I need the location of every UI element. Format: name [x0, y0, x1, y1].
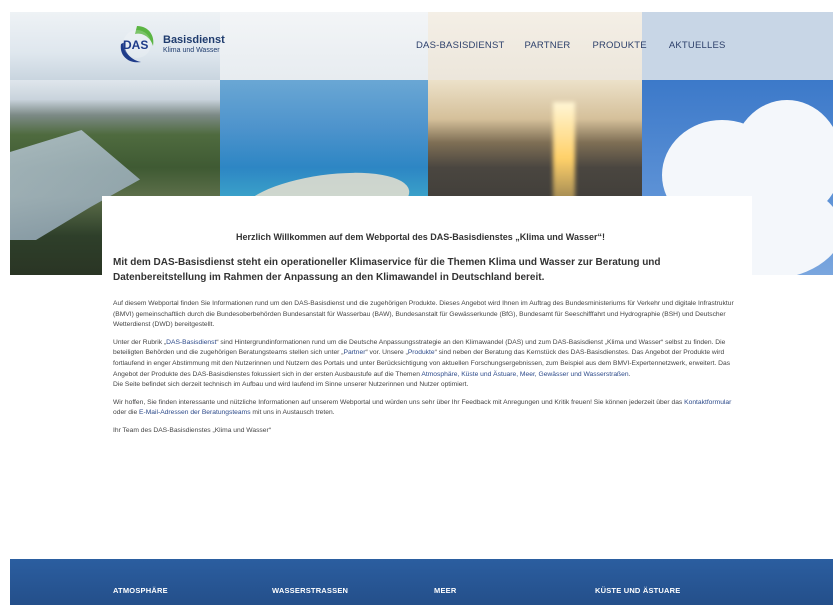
nav-item-aktuelles[interactable]: AKTUELLES [663, 36, 732, 55]
text-fragment: . [628, 370, 631, 378]
nav-item-partner[interactable]: PARTNER [519, 36, 577, 55]
nav-item-das-basisdienst[interactable]: DAS-BASISDIENST [410, 36, 511, 55]
text-fragment: Die Seite befindet sich derzeit technisc… [113, 381, 469, 389]
footer-item-kueste-und-aestuare[interactable]: KÜSTE UND ÄSTUARE [595, 586, 681, 595]
logo-subtitle: Klima und Wasser [163, 46, 220, 54]
link-das-basisdienst[interactable]: DAS-Basisdienst [166, 339, 216, 346]
footer-item-meer[interactable]: MEER [434, 586, 456, 595]
footer-item-wasserstrassen[interactable]: WASSERSTRASSEN [272, 586, 348, 595]
signature-paragraph: Ihr Team des DAS-Basisdienstes „Klima un… [113, 426, 271, 434]
link-partner[interactable]: Partner [344, 349, 366, 356]
site-logo[interactable]: DAS Basisdienst Klima und Wasser [115, 22, 225, 66]
logo-title: Basisdienst [163, 33, 225, 46]
feedback-paragraph: Wir hoffen, Sie finden interessante und … [113, 398, 738, 419]
header-sky-tile [220, 12, 428, 80]
text-fragment: Wir hoffen, Sie finden interessante und … [113, 398, 685, 406]
text-fragment: Unter der Rubrik „ [113, 338, 167, 346]
link-themen[interactable]: Atmosphäre, Küste und Ästuare, Meer, Gew… [421, 371, 628, 378]
logo-mark-text: DAS [123, 38, 148, 52]
intro-paragraph: Auf diesem Webportal finden Sie Informat… [113, 300, 734, 329]
logo-text: Basisdienst Klima und Wasser [163, 34, 225, 55]
main-content: Herzlich Willkommen auf dem Webportal de… [113, 232, 734, 444]
lead-text: Mit dem DAS-Basisdienst steht ein operat… [113, 257, 661, 283]
footer-item-atmosphaere[interactable]: ATMOSPHÄRE [113, 586, 168, 595]
main-nav: DAS-BASISDIENST PARTNER PRODUKTE AKTUELL… [410, 36, 732, 55]
rubrik-paragraph: Unter der Rubrik „DAS-Basisdienst“ sind … [113, 338, 738, 391]
nav-item-produkte[interactable]: PRODUKTE [586, 36, 652, 55]
link-email-beratungsteams[interactable]: E-Mail-Adressen der Beratungsteams [139, 409, 251, 416]
link-produkte[interactable]: Produkte [408, 349, 435, 356]
text-fragment: mit uns in Austausch treten. [250, 409, 335, 417]
text-fragment: oder die [113, 409, 140, 417]
footer-nav: ATMOSPHÄRE WASSERSTRASSEN MEER KÜSTE UND… [10, 559, 833, 605]
das-logo-icon: DAS [115, 22, 159, 66]
welcome-heading: Herzlich Willkommen auf dem Webportal de… [235, 232, 605, 242]
link-kontaktformular[interactable]: Kontaktformular [684, 399, 731, 406]
text-fragment: “ vor. Unsere „ [365, 349, 408, 357]
